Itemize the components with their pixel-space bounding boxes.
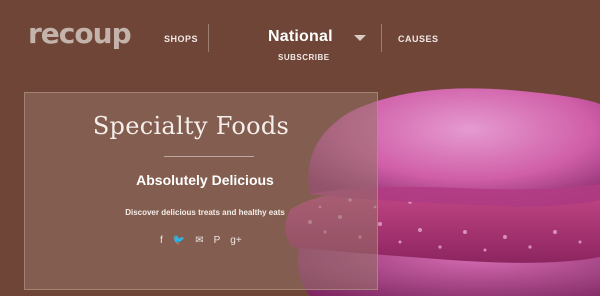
hero-subtitle: Absolutely Delicious [136,172,274,188]
nav-causes-link[interactable]: CAUSES [398,34,439,44]
google-plus-icon[interactable]: g+ [230,234,241,248]
hero-title: Specialty Foods [92,112,290,140]
nav-shops-link[interactable]: SHOPS [164,34,198,44]
hero-divider [164,156,254,157]
chevron-down-icon [354,35,366,41]
region-dropdown-label: National [268,28,333,45]
email-icon[interactable]: ✉ [195,234,203,248]
subscribe-link[interactable]: SUBSCRIBE [278,53,330,62]
page: recoup SHOPS National SUBSCRIBE CAUSES S… [0,0,600,296]
pinterest-icon[interactable]: P [214,234,221,248]
facebook-icon[interactable]: f [160,234,163,248]
hero-tagline: Discover delicious treats and healthy ea… [125,208,285,217]
twitter-icon[interactable]: 🐦 [173,234,185,248]
nav-divider [381,24,382,52]
social-icons: f 🐦 ✉ P g+ [160,234,242,248]
region-dropdown[interactable]: National [268,28,368,48]
recoup-logo[interactable]: recoup [28,20,132,48]
nav-divider [208,24,209,52]
